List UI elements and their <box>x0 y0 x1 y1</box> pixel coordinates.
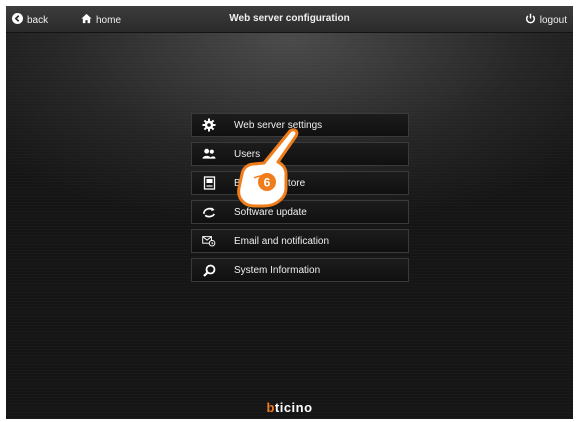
menu-item-software-update[interactable]: Software update <box>191 200 409 224</box>
gear-icon <box>202 118 216 132</box>
search-icon <box>202 263 216 277</box>
menu-item-users[interactable]: Users <box>191 142 409 166</box>
menu-item-email-notification[interactable]: Email and notification <box>191 229 409 253</box>
app-window: back home Web server configuration logou… <box>6 6 573 419</box>
menu-item-label: Users <box>234 148 261 160</box>
power-icon <box>525 13 536 27</box>
menu-item-label: Email and notification <box>234 235 330 247</box>
menu-item-label: Software update <box>234 206 307 218</box>
page-title: Web server configuration <box>229 13 350 24</box>
menu-item-label: Backup Restore <box>234 177 306 189</box>
logout-label: logout <box>539 14 567 26</box>
backup-icon <box>202 176 216 190</box>
logo-accent-letter: b <box>266 400 275 415</box>
email-icon <box>202 234 216 248</box>
menu-item-label: System Information <box>234 264 321 276</box>
menu-item-web-server-settings[interactable]: Web server settings <box>191 113 409 137</box>
update-icon <box>202 205 216 219</box>
menu-item-system-information[interactable]: System Information <box>191 258 409 282</box>
configuration-menu: Web server settings Users Backup Restore… <box>191 113 409 287</box>
menu-item-backup-restore[interactable]: Backup Restore <box>191 171 409 195</box>
logout-button[interactable]: logout <box>525 13 567 27</box>
top-bar: back home Web server configuration logou… <box>6 6 573 33</box>
users-icon <box>202 147 216 161</box>
menu-item-label: Web server settings <box>234 119 323 131</box>
bticino-logo: bticino <box>6 400 573 415</box>
logo-text: ticino <box>274 400 313 415</box>
